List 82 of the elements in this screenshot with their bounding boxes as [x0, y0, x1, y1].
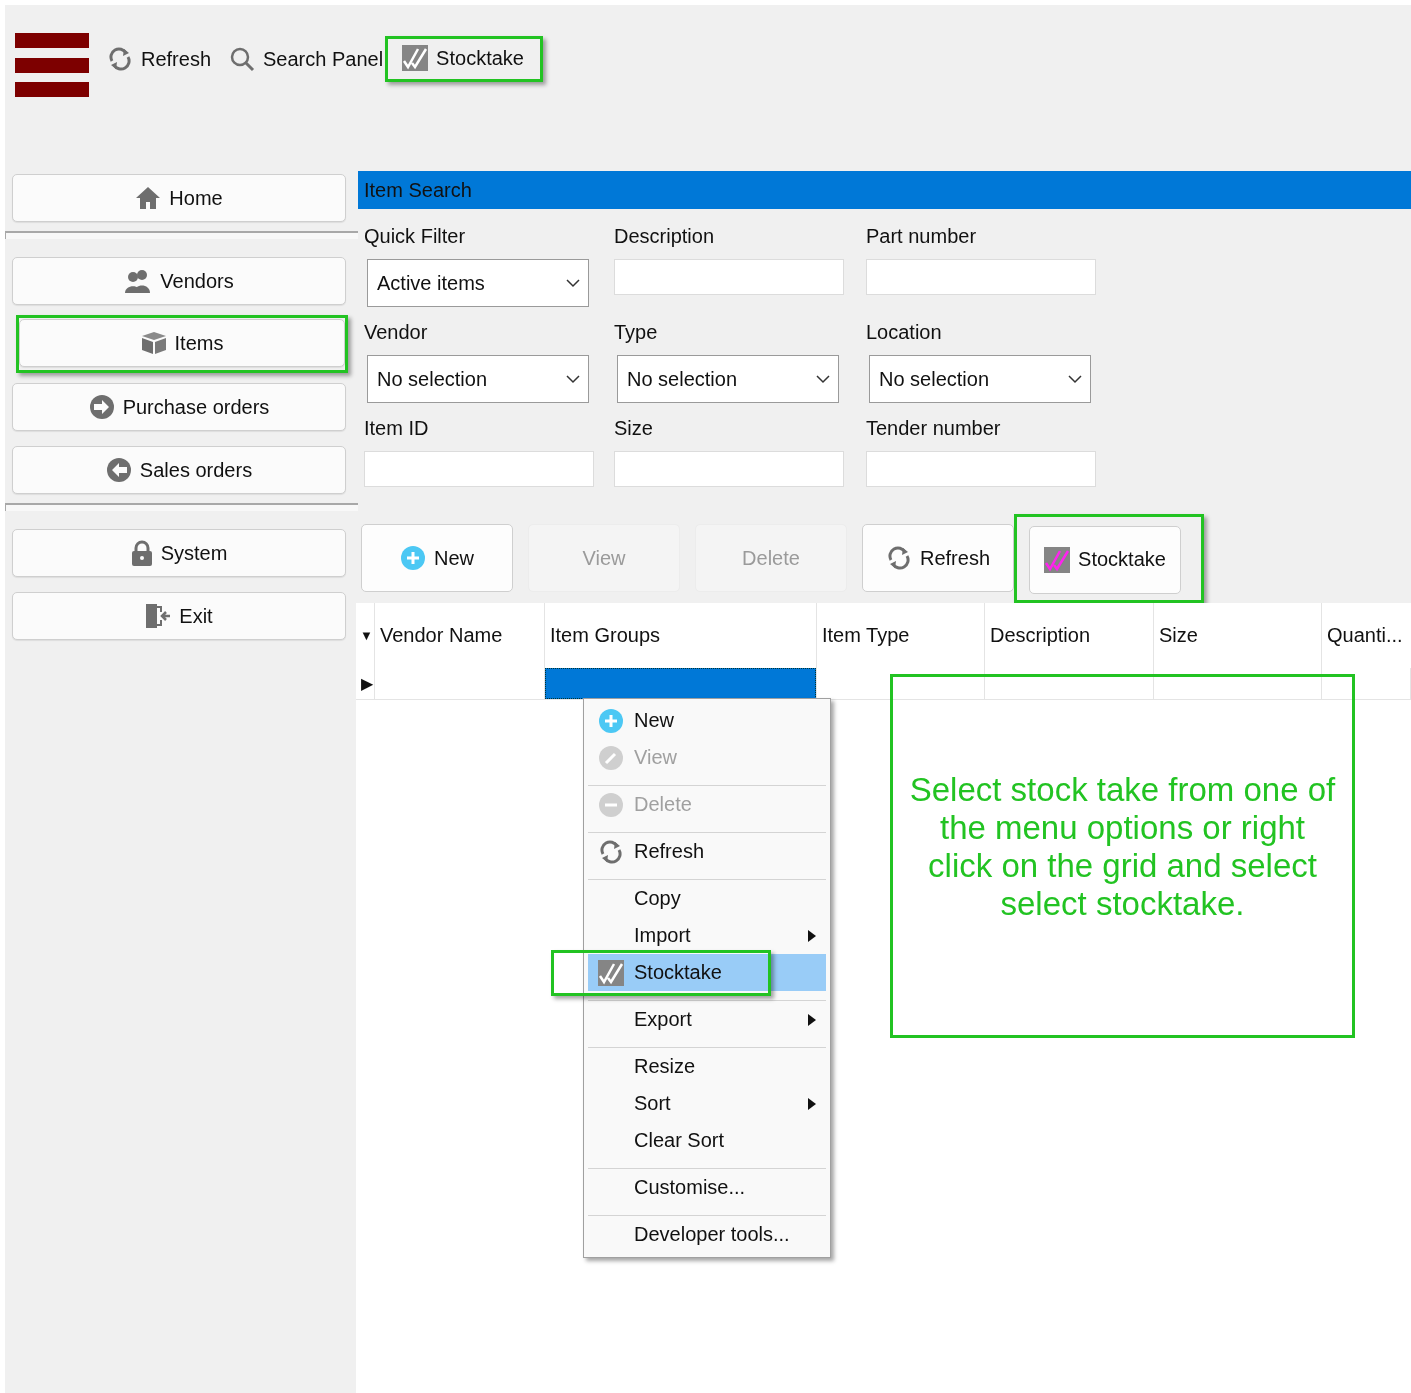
chevron-down-icon	[566, 374, 580, 384]
menu-item[interactable]: Copy	[588, 880, 826, 917]
submenu-arrow-icon	[808, 929, 816, 942]
refresh-icon	[598, 839, 624, 864]
remove-icon	[598, 791, 624, 818]
toolbar-label: Stocktake	[436, 46, 524, 70]
column-header[interactable]: Item Type	[822, 624, 910, 647]
nav-button[interactable]: System	[12, 529, 346, 577]
menu-item[interactable]: Customise...	[588, 1169, 826, 1216]
dropdown-field[interactable]: No selection	[869, 355, 1091, 403]
toolbar-label: Search Panel	[263, 47, 384, 71]
chevron-down-icon	[566, 278, 580, 288]
refresh-icon	[107, 47, 133, 71]
dropdown-field[interactable]: No selection	[367, 355, 589, 403]
column-header[interactable]: Size	[1159, 624, 1198, 647]
submenu-arrow-icon	[808, 1097, 816, 1110]
nav-button[interactable]: Home	[12, 174, 346, 222]
menu-item[interactable]: Sort	[588, 1085, 826, 1122]
add-icon	[598, 707, 624, 734]
sort-marker[interactable]: ▼	[360, 628, 373, 643]
menu-item[interactable]: Import	[588, 917, 826, 954]
menu-item[interactable]: Resize	[588, 1048, 826, 1085]
edit-icon	[598, 744, 624, 771]
toolbar-label: Refresh	[141, 47, 212, 71]
column-header[interactable]: Item Groups	[550, 624, 661, 647]
search-icon	[229, 46, 256, 72]
add-icon	[400, 545, 426, 571]
panel-title-bar: Item Search	[358, 171, 1411, 209]
menu-icon[interactable]	[15, 33, 89, 97]
text-field[interactable]	[614, 259, 844, 295]
text-field[interactable]	[866, 259, 1096, 295]
field-label: Part number	[866, 225, 978, 247]
toolbar-button[interactable]: Stocktake	[402, 45, 524, 71]
nav-button[interactable]: Items	[19, 319, 345, 367]
menu-item[interactable]: Clear Sort	[588, 1122, 826, 1169]
row-marker: ▶	[361, 674, 373, 693]
field-label: Tender number	[866, 417, 1002, 439]
field-label: Description	[614, 225, 716, 247]
checklist-icon	[1044, 546, 1071, 573]
nav-button[interactable]: Vendors	[12, 257, 346, 305]
home-icon	[135, 186, 162, 210]
text-field[interactable]	[364, 451, 594, 487]
column-header[interactable]: Vendor Name	[380, 624, 503, 647]
field-label: Item ID	[364, 417, 430, 439]
dropdown-field[interactable]: No selection	[617, 355, 839, 403]
field-label: Quick Filter	[364, 225, 467, 247]
menu-item[interactable]: Export	[588, 1001, 826, 1048]
arrow-circle-icon	[105, 457, 132, 483]
checklist-icon	[402, 45, 429, 71]
submenu-arrow-icon	[808, 1013, 816, 1026]
people-icon	[124, 269, 153, 293]
data-grid[interactable]	[356, 603, 1411, 1393]
menu-item[interactable]: Developer tools...	[588, 1216, 826, 1253]
callout-text: Select stock take from one of the menu options or right click on the grid and select select stocktake.	[908, 771, 1337, 923]
toolbar-button[interactable]: Search Panel	[229, 46, 384, 72]
lock-icon	[130, 540, 153, 566]
field-label: Vendor	[364, 321, 429, 343]
action-button[interactable]: New	[361, 524, 513, 592]
refresh-icon	[886, 546, 912, 570]
exit-door-icon	[145, 603, 172, 629]
dropdown-field[interactable]: Active items	[367, 259, 589, 307]
field-label: Type	[614, 321, 659, 343]
checklist-icon	[598, 959, 624, 986]
menu-item[interactable]: New	[588, 702, 826, 739]
nav-button[interactable]: Exit	[12, 592, 346, 640]
column-header[interactable]: Quanti...	[1327, 624, 1403, 647]
text-field[interactable]	[614, 451, 844, 487]
action-button[interactable]: Stocktake	[1029, 525, 1181, 594]
chevron-down-icon	[816, 374, 830, 384]
action-button[interactable]: Refresh	[862, 524, 1014, 592]
box-icon	[140, 331, 167, 355]
field-label: Size	[614, 417, 654, 439]
arrow-circle-icon	[88, 394, 115, 420]
menu-item[interactable]: Refresh	[588, 833, 826, 880]
text-field[interactable]	[866, 451, 1096, 487]
chevron-down-icon	[1068, 374, 1082, 384]
column-header[interactable]: Description	[990, 624, 1091, 647]
nav-button[interactable]: Purchase orders	[12, 383, 346, 431]
table-cell[interactable]	[545, 668, 817, 699]
field-label: Location	[866, 321, 943, 343]
nav-button[interactable]: Sales orders	[12, 446, 346, 494]
toolbar-button[interactable]: Refresh	[107, 47, 212, 71]
